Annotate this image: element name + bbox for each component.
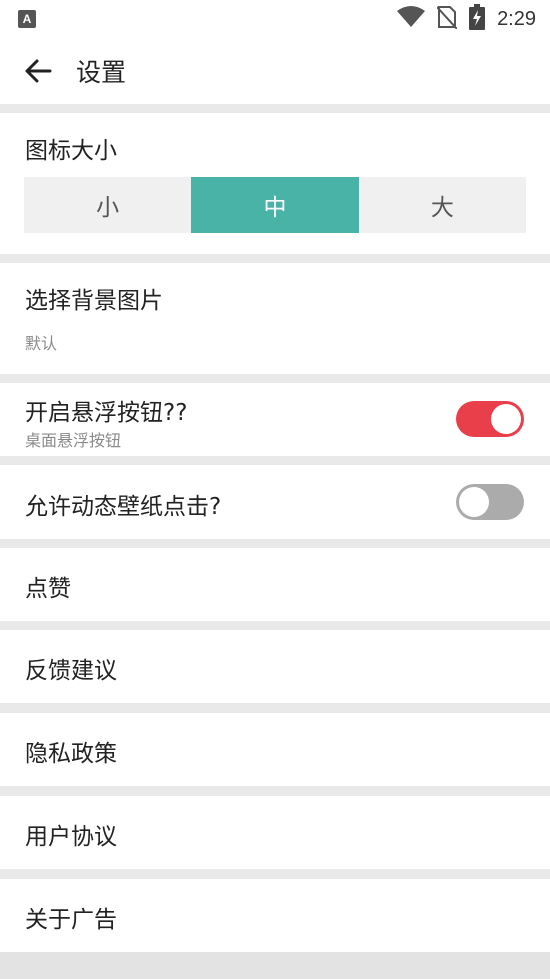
feedback-row[interactable]: 反馈建议 bbox=[0, 630, 550, 703]
live-wallpaper-toggle[interactable] bbox=[456, 484, 524, 520]
no-sim-icon bbox=[436, 5, 458, 33]
background-image-title: 选择背景图片 bbox=[25, 288, 163, 314]
status-left: A bbox=[18, 10, 36, 28]
live-wallpaper-title: 允许动态壁纸点击? bbox=[25, 494, 222, 520]
user-agreement-label: 用户协议 bbox=[25, 824, 117, 850]
arrow-back-icon bbox=[25, 59, 52, 83]
icon-size-large-option[interactable]: 大 bbox=[359, 177, 526, 233]
user-agreement-row[interactable]: 用户协议 bbox=[0, 796, 550, 869]
like-row[interactable]: 点赞 bbox=[0, 548, 550, 621]
wifi-icon bbox=[397, 6, 426, 32]
icon-size-title: 图标大小 bbox=[25, 138, 117, 164]
background-image-value: 默认 bbox=[25, 334, 58, 353]
background-image-setting[interactable]: 选择背景图片 默认 bbox=[0, 263, 550, 374]
status-right: 2:29 bbox=[397, 4, 536, 34]
toggle-knob bbox=[491, 404, 521, 434]
status-time: 2:29 bbox=[497, 7, 536, 30]
floating-button-toggle[interactable] bbox=[456, 401, 524, 437]
icon-size-selector: 小 中 大 bbox=[24, 177, 526, 233]
page-title: 设置 bbox=[76, 58, 127, 87]
privacy-policy-label: 隐私政策 bbox=[25, 741, 117, 767]
floating-button-title: 开启悬浮按钮?? bbox=[25, 400, 188, 426]
toggle-knob bbox=[459, 487, 489, 517]
floating-button-setting: 开启悬浮按钮?? 桌面悬浮按钮 bbox=[0, 383, 550, 456]
floating-button-subtitle: 桌面悬浮按钮 bbox=[25, 431, 122, 450]
about-ads-row[interactable]: 关于广告 bbox=[0, 879, 550, 952]
app-notification-icon: A bbox=[18, 10, 36, 28]
icon-size-card: 图标大小 小 中 大 bbox=[0, 113, 550, 254]
icon-size-medium-option[interactable]: 中 bbox=[191, 177, 359, 233]
privacy-policy-row[interactable]: 隐私政策 bbox=[0, 713, 550, 786]
back-button[interactable] bbox=[18, 51, 58, 91]
battery-charging-icon bbox=[469, 4, 486, 34]
icon-size-small-option[interactable]: 小 bbox=[24, 177, 191, 233]
status-bar: A 2:29 bbox=[0, 0, 550, 38]
app-bar: 设置 bbox=[0, 38, 550, 104]
bottom-spacer bbox=[0, 952, 550, 979]
like-label: 点赞 bbox=[25, 576, 71, 602]
about-ads-label: 关于广告 bbox=[25, 907, 117, 933]
feedback-label: 反馈建议 bbox=[25, 658, 117, 684]
live-wallpaper-setting: 允许动态壁纸点击? bbox=[0, 465, 550, 539]
